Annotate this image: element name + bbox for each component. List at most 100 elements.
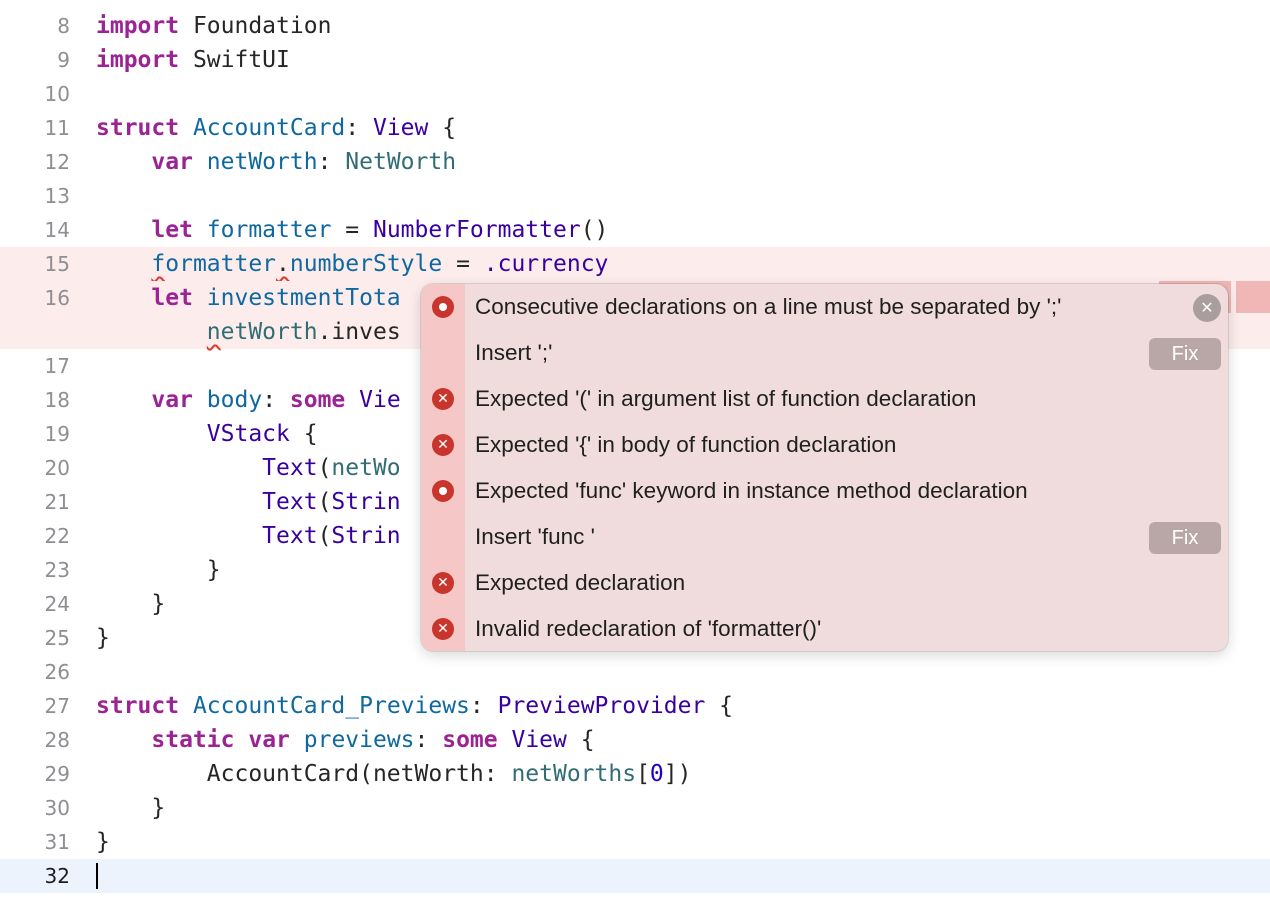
code-text[interactable]: Text(netWo: [96, 451, 401, 485]
code-token: static: [151, 727, 235, 753]
line-number: 26: [44, 660, 70, 684]
code-token: AccountCard_Previews: [192, 693, 470, 719]
line-number: 14: [44, 218, 70, 242]
code-token: Foundation: [179, 13, 332, 39]
code-line[interactable]: 8 import Foundation: [0, 9, 1270, 43]
line-number: 27: [44, 694, 70, 718]
code-line[interactable]: 31}: [0, 825, 1270, 859]
code-text[interactable]: }: [96, 587, 165, 621]
code-token: View: [372, 115, 429, 141]
code-token: netWorth: [206, 149, 318, 175]
issue-row[interactable]: Expected 'func' keyword in instance meth…: [421, 468, 1228, 514]
code-token: }: [96, 829, 110, 855]
code-text[interactable]: import Foundation: [96, 9, 331, 43]
error-line-marker: [1236, 281, 1270, 313]
code-text[interactable]: formatter.numberStyle = .currency: [96, 247, 608, 281]
issue-row[interactable]: ✕ Expected '{' in body of function declar…: [421, 422, 1228, 468]
code-line[interactable]: 32: [0, 859, 1270, 893]
code-text[interactable]: var netWorth: NetWorth: [96, 145, 456, 179]
code-token: {: [705, 693, 734, 719]
code-line[interactable]: 30 }: [0, 791, 1270, 825]
code-text[interactable]: struct AccountCard_Previews: PreviewProv…: [96, 689, 733, 723]
code-token: }: [96, 557, 221, 583]
code-line[interactable]: 14 let formatter = NumberFormatter(): [0, 213, 1270, 247]
code-token: f: [151, 251, 166, 277]
code-token: VStack: [206, 421, 290, 447]
issue-row[interactable]: ✕ Expected declaration: [421, 560, 1228, 606]
code-token: body: [206, 387, 263, 413]
code-text[interactable]: }: [96, 621, 110, 655]
code-line[interactable]: 9 import SwiftUI: [0, 43, 1270, 77]
code-line[interactable]: 15 formatter.numberStyle = .currency: [0, 247, 1270, 281]
code-line[interactable]: 13: [0, 179, 1270, 213]
code-text[interactable]: }: [96, 825, 110, 859]
code-text[interactable]: var body: some Vie: [96, 383, 400, 417]
code-token: }: [96, 625, 110, 651]
code-token: NumberFormatter: [372, 217, 581, 243]
code-token: numberStyle: [289, 251, 443, 277]
code-line[interactable]: 29 AccountCard(netWorth: netWorths[0]): [0, 757, 1270, 791]
line-number: 21: [44, 490, 70, 514]
error-dot-icon: [432, 296, 454, 318]
code-line[interactable]: 12 var netWorth: NetWorth: [0, 145, 1270, 179]
fix-button[interactable]: Fix: [1149, 522, 1221, 554]
code-token: :: [414, 727, 443, 753]
code-text[interactable]: }: [96, 791, 165, 825]
line-number: 19: [44, 422, 70, 446]
code-text[interactable]: AccountCard(netWorth: netWorths[0]): [96, 757, 692, 791]
code-token: etWorth: [220, 319, 318, 345]
issue-row[interactable]: Consecutive declarations on a line must …: [421, 284, 1228, 330]
issue-row[interactable]: ✕ Invalid redeclaration of 'formatter()': [421, 606, 1228, 651]
code-line[interactable]: 11 struct AccountCard: View {: [0, 111, 1270, 145]
issue-message: Expected '{' in body of function declara…: [475, 432, 897, 457]
code-text[interactable]: VStack {: [96, 417, 318, 451]
code-token: Text: [262, 455, 318, 481]
code-text[interactable]: let formatter = NumberFormatter(): [96, 213, 608, 247]
issue-row[interactable]: ✕ Expected '(' in argument list of functi…: [421, 376, 1228, 422]
code-line[interactable]: 10: [0, 77, 1270, 111]
code-token: {: [566, 727, 595, 753]
code-line[interactable]: 28 static var previews: some View {: [0, 723, 1270, 757]
code-token: {: [289, 421, 318, 447]
code-text[interactable]: let investmentTota: [96, 281, 400, 315]
code-token: Text: [262, 523, 318, 549]
error-dot-icon: [432, 480, 454, 502]
fixit-row[interactable]: Insert ';' Fix: [421, 330, 1228, 376]
code-token: (: [317, 489, 332, 515]
line-number: 25: [44, 626, 70, 650]
code-text[interactable]: static var previews: some View {: [96, 723, 595, 757]
code-token: (netWorth:: [359, 761, 512, 787]
code-token: AccountCard: [192, 115, 346, 141]
line-number: 9: [57, 48, 70, 72]
issue-message: Expected 'func' keyword in instance meth…: [475, 478, 1028, 503]
line-number: 30: [44, 796, 70, 820]
code-text[interactable]: Text(Strin: [96, 519, 401, 553]
code-text[interactable]: }: [96, 553, 221, 587]
close-icon[interactable]: ✕: [1193, 294, 1221, 322]
fixit-row[interactable]: Insert 'func ' Fix: [421, 514, 1228, 560]
fix-button[interactable]: Fix: [1149, 338, 1221, 370]
code-token: 0: [649, 761, 664, 787]
code-text[interactable]: netWorth.inves: [96, 315, 401, 349]
issue-message: Expected '(' in argument list of functio…: [475, 386, 977, 411]
line-number: 23: [44, 558, 70, 582]
code-token: var: [151, 387, 193, 413]
code-line[interactable]: 26: [0, 655, 1270, 689]
code-token: }: [96, 795, 166, 821]
code-text[interactable]: Text(Strin: [96, 485, 401, 519]
code-token: let: [151, 217, 193, 243]
code-token: netWorths: [511, 761, 637, 787]
code-text[interactable]: import SwiftUI: [96, 43, 290, 77]
code-line[interactable]: 27 struct AccountCard_Previews: PreviewPr…: [0, 689, 1270, 723]
code-text[interactable]: struct AccountCard: View {: [96, 111, 456, 145]
line-number: 10: [44, 82, 70, 106]
